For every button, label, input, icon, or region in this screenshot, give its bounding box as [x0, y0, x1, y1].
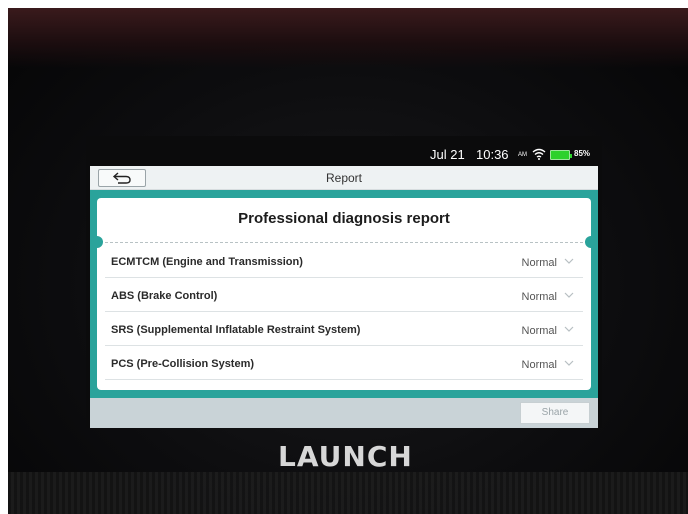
device-photo: Jul 21 10:36 AM 85% Report Professional …: [8, 8, 688, 514]
wifi-icon: [532, 148, 546, 160]
row-label: SRS (Supplemental Inflatable Restraint S…: [111, 324, 361, 336]
report-row-ecmtcm[interactable]: ECMTCM (Engine and Transmission) Normal: [105, 246, 583, 278]
row-status: Normal: [521, 325, 557, 337]
battery-percent: 85%: [574, 149, 591, 158]
ticket-notch-right: [585, 236, 597, 248]
chevron-down-icon: [564, 326, 574, 332]
report-row-abs[interactable]: ABS (Brake Control) Normal: [105, 280, 583, 312]
page-title: Report: [325, 171, 363, 185]
ticket-notch-left: [91, 236, 103, 248]
report-card: Professional diagnosis report ECMTCM (En…: [91, 198, 597, 390]
report-window: Report Professional diagnosis report ECM…: [90, 166, 598, 428]
device-screen: Jul 21 10:36 AM 85% Report Professional …: [86, 136, 602, 428]
status-bar: Jul 21 10:36 AM 85%: [86, 144, 602, 166]
chevron-down-icon: [564, 360, 574, 366]
status-ampm: AM: [518, 152, 527, 158]
row-label: PCS (Pre-Collision System): [111, 358, 255, 370]
footer-bar: Share: [90, 398, 598, 428]
report-row-srs[interactable]: SRS (Supplemental Inflatable Restraint S…: [105, 314, 583, 346]
status-time: 10:36: [476, 147, 509, 162]
device-bezel-top: [8, 8, 688, 68]
divider: [105, 242, 583, 243]
launch-logo: LAUNCH: [278, 440, 413, 473]
report-heading: Professional diagnosis report: [238, 210, 450, 227]
chevron-down-icon: [564, 292, 574, 298]
battery-icon: [550, 150, 572, 160]
report-row-pcs[interactable]: PCS (Pre-Collision System) Normal: [105, 348, 583, 380]
row-label: ABS (Brake Control): [111, 290, 218, 302]
device-bezel-bottom: [8, 472, 688, 514]
title-bar: Report: [90, 166, 598, 190]
row-status: Normal: [521, 359, 557, 371]
status-date: Jul 21: [430, 147, 465, 162]
row-status: Normal: [521, 291, 557, 303]
share-button[interactable]: Share: [520, 402, 590, 424]
row-label: ECMTCM (Engine and Transmission): [111, 256, 303, 268]
row-status: Normal: [521, 257, 557, 269]
chevron-down-icon: [564, 258, 574, 264]
